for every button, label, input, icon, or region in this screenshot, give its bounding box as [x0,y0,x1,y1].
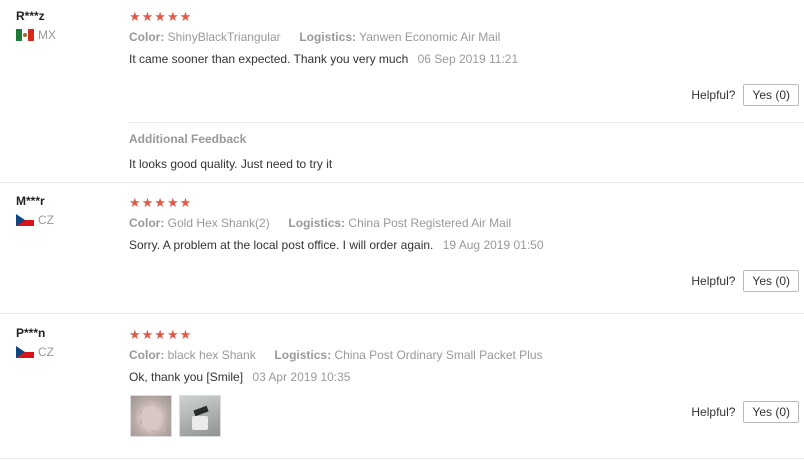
divider [0,313,804,314]
helpful-section: Helpful? Yes (0) [691,401,799,423]
divider [0,458,804,459]
helpful-yes-button[interactable]: Yes (0) [743,84,799,106]
flag-mexico-icon [16,29,34,41]
review-text: Sorry. A problem at the local post offic… [129,238,434,252]
review-date: 19 Aug 2019 01:50 [442,238,544,252]
color-value: ShinyBlackTriangular [167,30,281,44]
color-value: Gold Hex Shank(2) [167,216,270,230]
review-meta: Color: ShinyBlackTriangular Logistics: Y… [129,30,804,44]
flag-czech-icon [16,346,34,358]
reviewer-name: R***z [16,9,45,23]
helpful-yes-button[interactable]: Yes (0) [743,270,799,292]
color-value: black hex Shank [167,348,256,362]
review-meta: Color: Gold Hex Shank(2) Logistics: Chin… [129,216,804,230]
helpful-label: Helpful? [691,405,736,419]
review-text-row: It came sooner than expected. Thank you … [129,52,804,66]
divider [129,122,804,123]
reviewer-country: MX [16,28,56,42]
review-date: 06 Sep 2019 11:21 [417,52,519,66]
logistics-label: Logistics: [299,30,356,44]
logistics-label: Logistics: [274,348,332,362]
star-rating: ★★★★★ [129,9,193,24]
country-code: CZ [38,213,54,227]
review-meta: Color: black hex Shank Logistics: China … [129,348,804,362]
helpful-label: Helpful? [691,274,736,288]
reviewer-name: M***r [16,194,45,208]
helpful-section: Helpful? Yes (0) [691,84,799,106]
helpful-label: Helpful? [691,88,736,102]
review-content: ★★★★★ Color: ShinyBlackTriangular Logist… [129,9,804,67]
review-photo-thumbnail[interactable] [179,395,221,437]
helpful-yes-button[interactable]: Yes (0) [743,401,799,423]
flag-czech-icon [16,214,34,226]
color-label: Color: [129,216,165,230]
reviewer-name: P***n [16,326,46,340]
review-photo-thumbnail[interactable] [130,395,172,437]
review-date: 03 Apr 2019 10:35 [252,370,351,384]
reviewer-info: P***n CZ [16,326,54,359]
logistics-value: China Post Registered Air Mail [348,216,512,230]
color-label: Color: [129,30,165,44]
logistics-value: China Post Ordinary Small Packet Plus [334,348,543,362]
logistics-label: Logistics: [288,216,346,230]
additional-feedback: Additional Feedback It looks good qualit… [129,132,804,171]
reviewer-info: R***z MX [16,9,56,42]
star-rating: ★★★★★ [129,327,193,342]
reviewer-country: CZ [16,345,54,359]
review-photos [130,395,221,437]
review-text-row: Ok, thank you [Smile] 03 Apr 2019 10:35 [129,370,804,384]
country-code: CZ [38,345,54,359]
reviewer-info: M***r CZ [16,194,54,227]
review-text: Ok, thank you [Smile] [129,370,244,384]
helpful-section: Helpful? Yes (0) [691,270,799,292]
review-text: It came sooner than expected. Thank you … [129,52,409,66]
star-rating: ★★★★★ [129,195,193,210]
review-content: ★★★★★ Color: black hex Shank Logistics: … [129,327,804,385]
additional-feedback-title: Additional Feedback [129,132,247,146]
review-content: ★★★★★ Color: Gold Hex Shank(2) Logistics… [129,195,804,253]
divider [0,182,804,183]
logistics-value: Yanwen Economic Air Mail [359,30,501,44]
reviewer-country: CZ [16,213,54,227]
color-label: Color: [129,348,165,362]
country-code: MX [38,28,56,42]
review-text-row: Sorry. A problem at the local post offic… [129,238,804,252]
additional-feedback-text: It looks good quality. Just need to try … [129,157,333,171]
